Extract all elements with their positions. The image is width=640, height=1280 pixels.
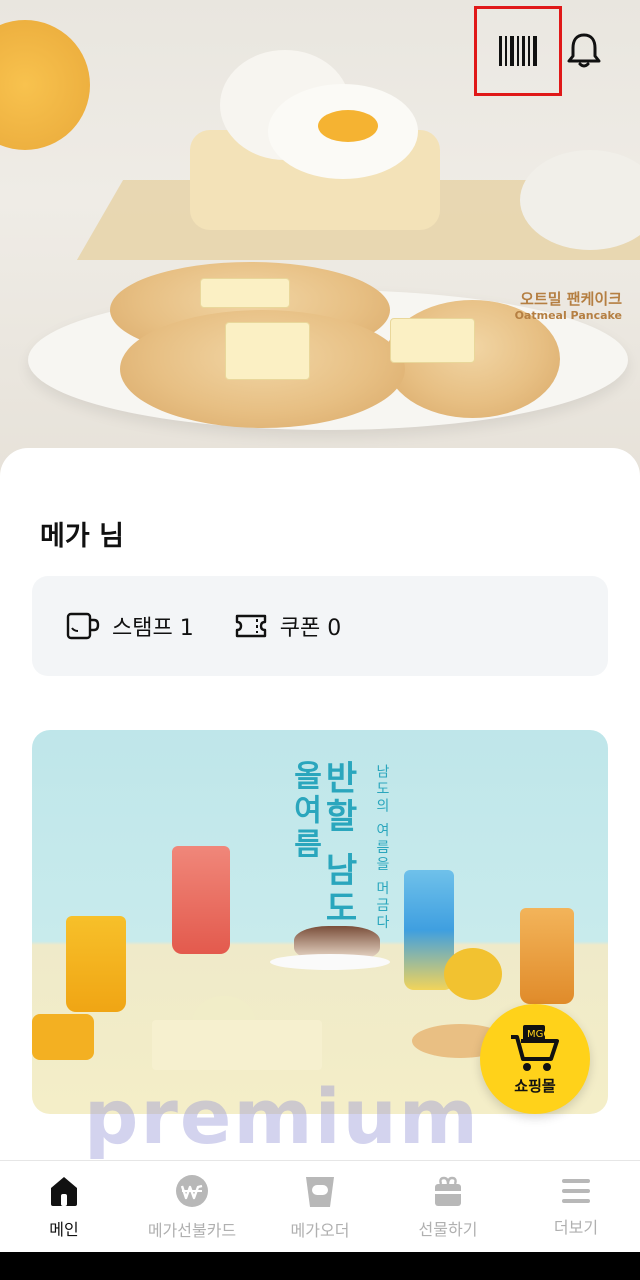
won-coin-icon bbox=[176, 1174, 208, 1207]
coupon-button[interactable]: 쿠폰 0 bbox=[234, 610, 341, 642]
svg-text:MGC: MGC bbox=[527, 1029, 550, 1040]
hero-mochi-filling bbox=[318, 110, 378, 142]
system-navigation-bar bbox=[0, 1252, 640, 1280]
cart-icon: MGC bbox=[511, 1024, 559, 1071]
nav-tab-more[interactable]: 더보기 bbox=[512, 1161, 640, 1252]
nav-label-prepaid-card: 메가선불카드 bbox=[147, 1220, 237, 1240]
nav-label-main: 메인 bbox=[49, 1219, 79, 1239]
user-greeting: 메가 님 bbox=[40, 521, 124, 552]
nav-label-gift: 선물하기 bbox=[418, 1219, 478, 1239]
hero-product-name-en: Oatmeal Pancake bbox=[514, 309, 622, 322]
nav-tab-main[interactable]: 메인 bbox=[0, 1161, 128, 1252]
barcode-button[interactable] bbox=[474, 6, 562, 96]
shopping-mall-button[interactable]: MGC 쇼핑몰 bbox=[480, 1004, 590, 1114]
nav-tab-gift[interactable]: 선물하기 bbox=[384, 1161, 512, 1252]
banner-citron bbox=[444, 948, 502, 1000]
hero-product-name-ko: 오트밀 팬케이크 bbox=[520, 290, 622, 308]
banner-stand bbox=[270, 954, 390, 970]
hero-butter bbox=[200, 278, 290, 308]
ticket-icon bbox=[235, 614, 266, 638]
banner-tray bbox=[152, 1020, 322, 1070]
coupon-label: 쿠폰 0 bbox=[279, 616, 342, 641]
nav-tab-mega-order[interactable]: 메가오더 bbox=[256, 1161, 384, 1252]
menu-icon bbox=[562, 1178, 590, 1203]
banner-title-2: 반할 남도 bbox=[318, 760, 358, 928]
stamp-label: 스탬프 1 bbox=[112, 616, 194, 641]
nav-label-more: 더보기 bbox=[553, 1217, 599, 1237]
cup-order-icon bbox=[306, 1176, 334, 1207]
notification-button[interactable] bbox=[564, 30, 604, 70]
banner-mango-drink bbox=[66, 916, 126, 1012]
hero-butter bbox=[225, 322, 310, 380]
barcode-icon bbox=[499, 36, 537, 66]
banner-subtitle: 남도의 여름을 머금다 bbox=[374, 764, 390, 932]
cup-icon bbox=[66, 612, 100, 640]
stamp-button[interactable]: 스탬프 1 bbox=[66, 610, 194, 642]
watermark-text: premium bbox=[84, 1072, 480, 1161]
banner-berry-drink bbox=[172, 846, 230, 954]
bottom-navigation: 메인 메가선불카드 메가오더 선물하기 더보기 bbox=[0, 1160, 640, 1252]
home-icon bbox=[51, 1176, 77, 1206]
shopping-mall-label: 쇼핑몰 bbox=[514, 1076, 556, 1095]
nav-label-mega-order: 메가오더 bbox=[290, 1220, 350, 1240]
banner-citrus-tea bbox=[520, 908, 574, 1004]
gift-icon bbox=[435, 1176, 461, 1206]
nav-tab-prepaid-card[interactable]: 메가선불카드 bbox=[128, 1161, 256, 1252]
rewards-card: 스탬프 1 쿠폰 0 bbox=[32, 576, 608, 676]
hero-product-label: 오트밀 팬케이크 Oatmeal Pancake bbox=[515, 288, 622, 322]
hero-butter bbox=[390, 318, 475, 363]
hero-mango-cake bbox=[0, 20, 90, 150]
banner-mango bbox=[32, 1014, 94, 1060]
bell-icon bbox=[567, 33, 601, 68]
